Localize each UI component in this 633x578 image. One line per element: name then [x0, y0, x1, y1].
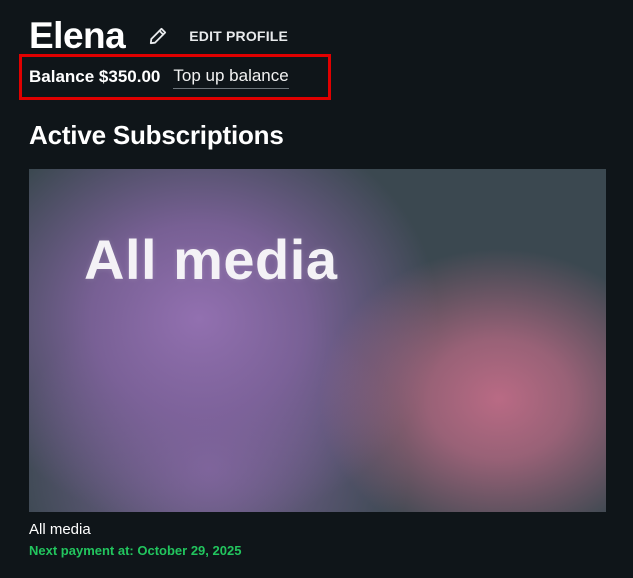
subscription-name: All media — [29, 521, 91, 538]
balance-amount: Balance $350.00 — [29, 67, 161, 86]
top-up-balance-link[interactable]: Top up balance — [173, 66, 289, 89]
profile-page: Elena EDIT PROFILE Balance $350.00 Top u… — [0, 0, 633, 578]
pencil-icon[interactable] — [147, 25, 169, 47]
balance-row: Balance $350.00 Top up balance — [29, 64, 289, 90]
subscription-card-title: All media — [84, 228, 338, 291]
subscription-card[interactable]: All media — [29, 169, 606, 512]
next-payment-date: Next payment at: October 29, 2025 — [29, 543, 242, 558]
profile-header: Elena EDIT PROFILE — [29, 14, 288, 58]
edit-profile-button[interactable]: EDIT PROFILE — [189, 28, 288, 44]
active-subscriptions-title: Active Subscriptions — [29, 120, 284, 150]
user-name: Elena — [29, 15, 126, 56]
